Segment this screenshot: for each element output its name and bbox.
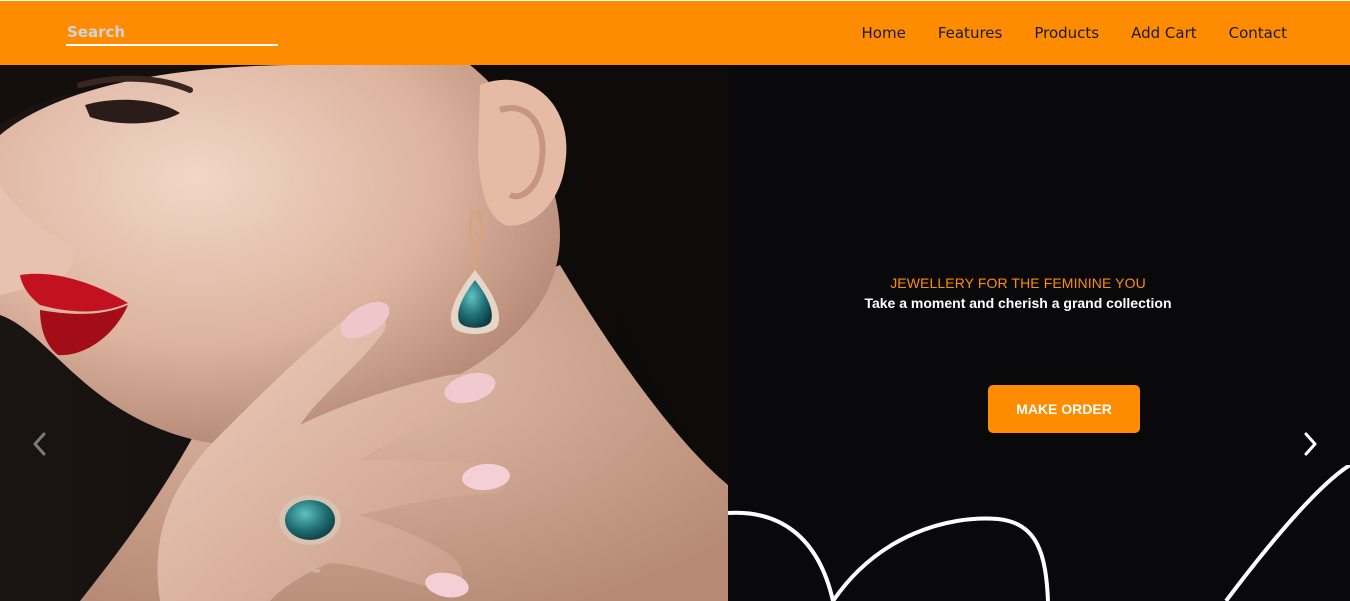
carousel-prev-button[interactable] bbox=[26, 429, 52, 459]
chevron-right-icon bbox=[1304, 432, 1317, 456]
decorative-swirl-line bbox=[728, 465, 1350, 601]
chevron-left-icon bbox=[33, 432, 46, 456]
nav-link-features[interactable]: Features bbox=[938, 24, 1003, 42]
hero-model-photo bbox=[0, 65, 728, 601]
nav-menu: Home Features Products Add Cart Contact bbox=[830, 1, 1287, 65]
nav-link-add-cart[interactable]: Add Cart bbox=[1131, 24, 1197, 42]
carousel-next-button[interactable] bbox=[1298, 429, 1324, 459]
nav-link-home[interactable]: Home bbox=[862, 24, 906, 42]
nav-link-products[interactable]: Products bbox=[1034, 24, 1099, 42]
top-navbar: Home Features Products Add Cart Contact bbox=[0, 1, 1350, 65]
nav-link-contact[interactable]: Contact bbox=[1229, 24, 1287, 42]
make-order-button[interactable]: MAKE ORDER bbox=[988, 385, 1140, 433]
search-box bbox=[66, 21, 278, 46]
hero-tagline: JEWELLERY FOR THE FEMININE YOU bbox=[890, 275, 1146, 291]
hero-carousel: JEWELLERY FOR THE FEMININE YOU Take a mo… bbox=[0, 65, 1350, 601]
search-input[interactable] bbox=[66, 21, 278, 44]
hero-subtitle: Take a moment and cherish a grand collec… bbox=[864, 295, 1172, 311]
